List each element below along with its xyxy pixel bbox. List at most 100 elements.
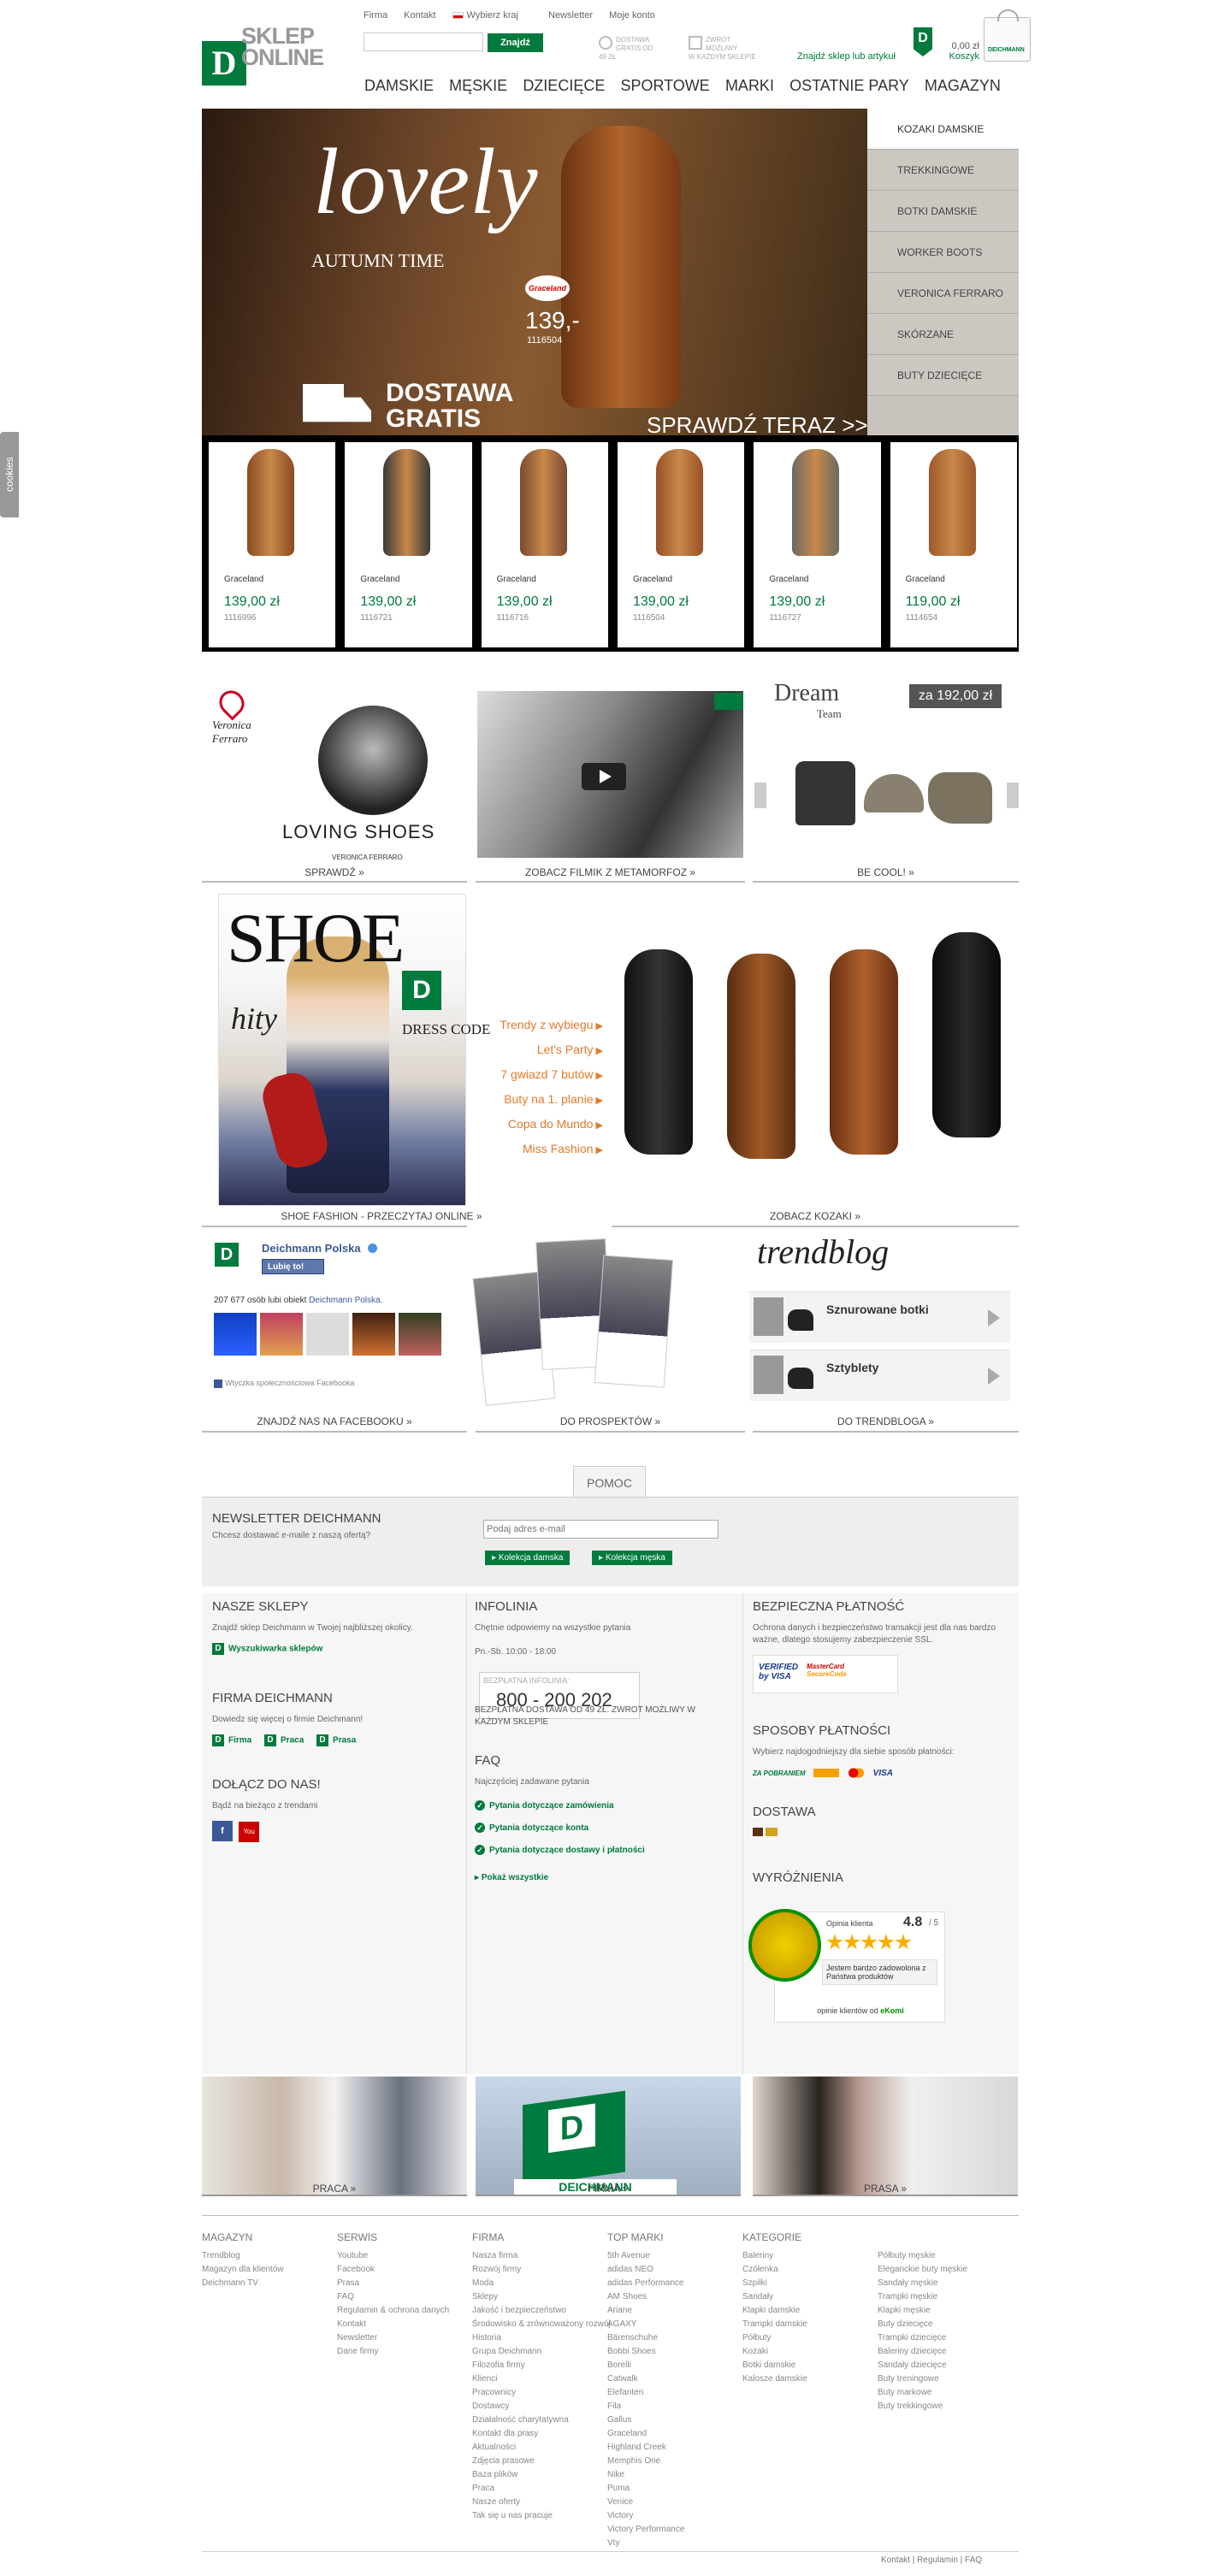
topbar-link-newsletter[interactable]: Newsletter: [548, 10, 593, 21]
footer-link[interactable]: Newsletter: [337, 2331, 449, 2345]
footer-link[interactable]: Buty dziecięce: [878, 2318, 967, 2331]
product-card[interactable]: Graceland 139,00 zł 1116727: [754, 442, 881, 647]
nav-ostatnie-pary[interactable]: OSTATNIE PARY: [789, 77, 909, 95]
side-item-worker-boots[interactable]: WORKER BOOTS: [867, 232, 1019, 273]
footer-link[interactable]: Ariane: [607, 2304, 684, 2318]
topbar-link-kontakt[interactable]: Kontakt: [404, 10, 435, 21]
product-card[interactable]: Graceland 139,00 zł 1116716: [481, 442, 608, 647]
company-link-firma[interactable]: Firma: [228, 1736, 251, 1746]
trend-item[interactable]: Copa do Mundo: [475, 1113, 603, 1137]
nav-dzieciece[interactable]: DZIECIĘCE: [523, 77, 605, 95]
footer-link[interactable]: Deichmann TV: [202, 2277, 284, 2290]
prospekt-leaflets-image[interactable]: [472, 1232, 691, 1411]
nav-sportowe[interactable]: SPORTOWE: [620, 77, 709, 95]
store-search-link[interactable]: D Wyszukiwarka sklepów: [212, 1643, 456, 1655]
footer-link[interactable]: Fila: [607, 2400, 684, 2414]
faq-item[interactable]: ✓ Pytania dotyczące zamówienia: [475, 1795, 731, 1817]
footer-link[interactable]: Magazyn dla klientów: [202, 2263, 284, 2277]
kozaki-caption-link[interactable]: ZOBACZ KOZAKI »: [612, 1210, 1019, 1222]
fb-fan-avatar[interactable]: [352, 1313, 395, 1356]
footer-link[interactable]: Klapki męskie: [878, 2304, 967, 2318]
store-finder-link[interactable]: Znajdź sklep lub artykuł: [797, 51, 896, 62]
product-card[interactable]: Graceland 119,00 zł 1114654: [890, 442, 1017, 647]
fb-count-link[interactable]: Deichmann Polska.: [309, 1296, 382, 1305]
footer-link[interactable]: AM Shoes: [607, 2290, 684, 2304]
kozaki-boots-image[interactable]: [616, 932, 1018, 1172]
footer-link[interactable]: Historia: [472, 2331, 611, 2345]
topbar-link-account[interactable]: Moje konto: [609, 10, 655, 21]
footer-link[interactable]: Baza plików: [472, 2468, 611, 2482]
footer-link[interactable]: Środowisko & zrównoważony rozwój: [472, 2318, 611, 2331]
footer-link[interactable]: Highland Creek: [607, 2441, 684, 2455]
footer-link[interactable]: Sklepy: [472, 2290, 611, 2304]
firma-caption-link[interactable]: FIRMA »: [476, 2183, 741, 2195]
side-item-veronica-ferraro[interactable]: VERONICA FERRARO: [867, 273, 1019, 314]
footer-link[interactable]: adidas Performance: [607, 2277, 684, 2290]
footer-link[interactable]: Nasza firma: [472, 2249, 611, 2263]
site-logo[interactable]: D SKLEP ONLINE: [202, 25, 339, 87]
footer-link[interactable]: Elefanten: [607, 2386, 684, 2400]
fb-fan-avatar[interactable]: [399, 1313, 441, 1356]
nav-marki[interactable]: MARKI: [725, 77, 774, 95]
cookies-tab[interactable]: cookies: [0, 432, 19, 517]
footer-link[interactable]: FAQ: [337, 2290, 449, 2304]
trend-item[interactable]: Trendy z wybiegu: [475, 1013, 603, 1038]
footer-link[interactable]: Pracownicy: [472, 2386, 611, 2400]
topbar-link-firma[interactable]: Firma: [364, 10, 387, 21]
vf-caption-link[interactable]: SPRAWDŹ »: [202, 866, 467, 878]
nav-magazyn[interactable]: MAGAZYN: [925, 77, 1001, 95]
footer-link[interactable]: Dane firmy: [337, 2345, 449, 2359]
footer-link[interactable]: Victory Performance: [607, 2523, 684, 2537]
footer-bottom-faq[interactable]: FAQ: [965, 2555, 982, 2565]
fb-like-button[interactable]: Lubię to!: [262, 1259, 324, 1274]
company-link-praca[interactable]: Praca: [281, 1736, 304, 1746]
footer-link[interactable]: Szpilki: [742, 2277, 807, 2290]
search-input[interactable]: [364, 32, 483, 51]
praca-caption-link[interactable]: PRACA »: [202, 2183, 467, 2195]
footer-link[interactable]: Praca: [472, 2482, 611, 2496]
fb-fan-avatar[interactable]: [306, 1313, 349, 1356]
faq-item[interactable]: ✓ Pytania dotyczące konta: [475, 1817, 731, 1840]
search-button[interactable]: Znajdź: [488, 33, 543, 52]
footer-link[interactable]: Sandały dziecięce: [878, 2359, 967, 2372]
footer-link[interactable]: Trampki męskie: [878, 2290, 967, 2304]
tile-firma-photo[interactable]: D DEICHMANN: [476, 2077, 741, 2196]
footer-link[interactable]: Nike: [607, 2468, 684, 2482]
carousel-prev-icon[interactable]: [754, 783, 766, 808]
footer-link[interactable]: Bobbi Shoes: [607, 2345, 684, 2359]
newsletter-men-button[interactable]: ▸ Kolekcja męska: [592, 1551, 672, 1565]
pomoc-tab[interactable]: POMOC: [573, 1466, 646, 1498]
trend-item[interactable]: Buty na 1. planie: [475, 1088, 603, 1113]
faq-show-all[interactable]: ▸ Pokaż wszystkie: [475, 1867, 731, 1889]
store-finder-pin-icon[interactable]: D: [914, 27, 932, 56]
footer-bottom-regulamin[interactable]: Regulamin: [917, 2555, 958, 2565]
footer-link[interactable]: Catwalk: [607, 2372, 684, 2386]
play-icon[interactable]: [582, 763, 626, 790]
footer-link[interactable]: Baleriny dziecięce: [878, 2345, 967, 2359]
footer-link[interactable]: Kozaki: [742, 2345, 807, 2359]
side-item-trekkingowe[interactable]: TREKKINGOWE: [867, 150, 1019, 191]
newsletter-women-button[interactable]: ▸ Kolekcja damska: [485, 1551, 571, 1565]
footer-link[interactable]: Puma: [607, 2482, 684, 2496]
footer-link[interactable]: Rozwój firmy: [472, 2263, 611, 2277]
tile-praca-photo[interactable]: [202, 2077, 467, 2196]
faq-item[interactable]: ✓ Pytania dotyczące dostawy i płatności: [475, 1840, 731, 1862]
prasa-caption-link[interactable]: PRASA »: [753, 2183, 1018, 2195]
trendblog-item[interactable]: Sznurowane botki: [749, 1291, 1010, 1343]
product-card[interactable]: Graceland 139,00 zł 1116721: [345, 442, 472, 647]
footer-link[interactable]: Borelli: [607, 2359, 684, 2372]
shopping-bag-icon[interactable]: DEICHMANN: [984, 9, 1031, 62]
trendblog-caption-link[interactable]: DO TRENDBLOGA »: [753, 1415, 1019, 1427]
trendblog-title[interactable]: trendblog: [757, 1232, 889, 1272]
footer-link[interactable]: Sandały męskie: [878, 2277, 967, 2290]
dream-caption-link[interactable]: BE COOL! »: [753, 866, 1019, 878]
tile-prasa-photo[interactable]: [753, 2077, 1018, 2196]
footer-link[interactable]: Czółenka: [742, 2263, 807, 2277]
side-item-skorzane[interactable]: SKÓRZANE: [867, 314, 1019, 355]
fb-caption-link[interactable]: ZNAJDŹ NAS NA FACEBOOKU »: [202, 1415, 467, 1427]
footer-link[interactable]: Graceland: [607, 2427, 684, 2441]
footer-link[interactable]: Działalność charytatywna: [472, 2414, 611, 2427]
footer-link[interactable]: Sandały: [742, 2290, 807, 2304]
footer-link[interactable]: Gallus: [607, 2414, 684, 2427]
trendblog-item[interactable]: Sztyblety: [749, 1350, 1010, 1401]
